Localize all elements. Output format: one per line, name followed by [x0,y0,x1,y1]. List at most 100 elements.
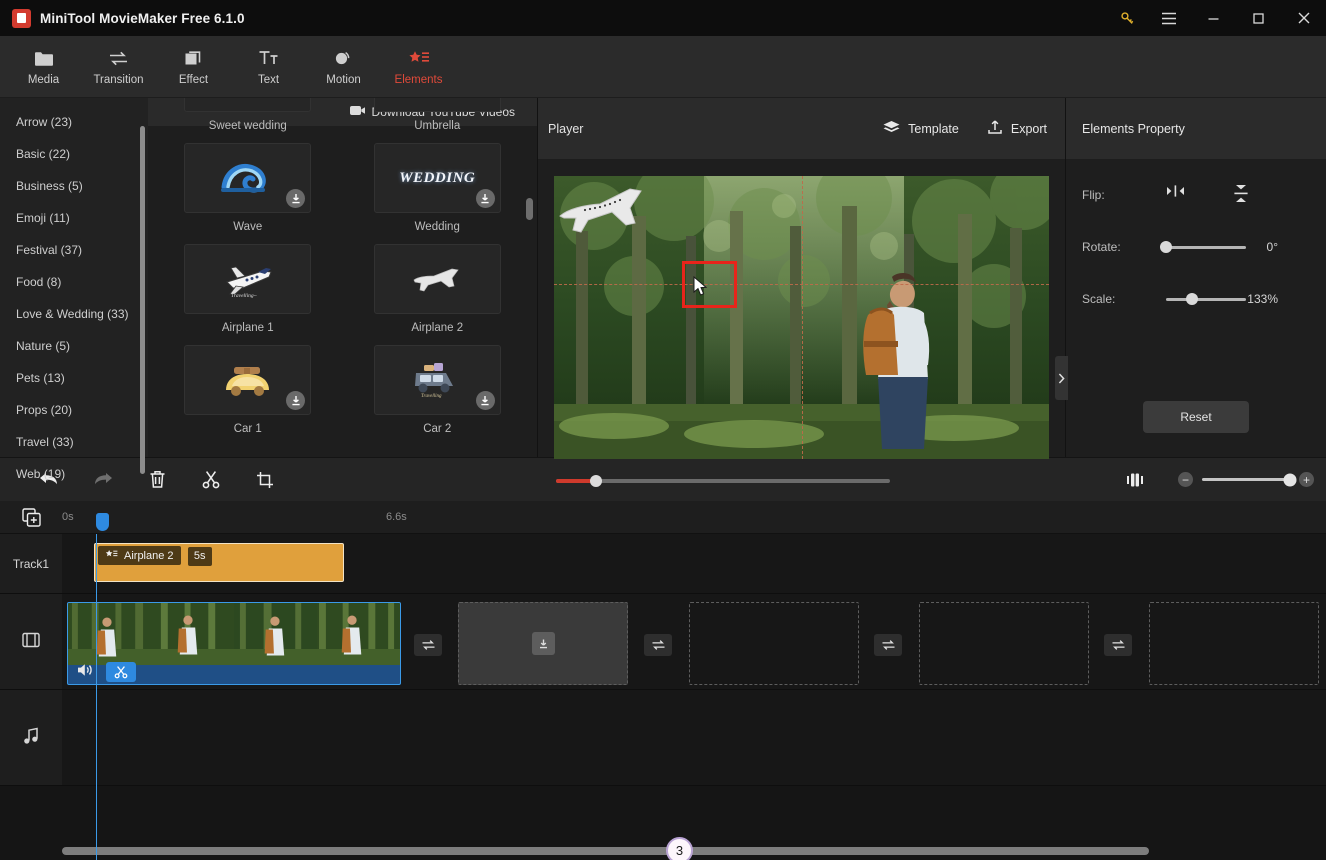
seek-bar[interactable] [556,475,891,487]
timeline-horizontal-scrollbar[interactable] [62,847,1150,855]
vertical-guide-line [801,176,803,459]
rotate-value: 0° [1266,240,1278,254]
split-button[interactable] [184,470,238,489]
rotate-slider[interactable] [1160,241,1246,253]
sidebar-item-basic[interactable]: Basic (22) [0,138,148,170]
sidebar-item-arrow[interactable]: Arrow (23) [0,106,148,138]
element-cell[interactable]: Umbrella [373,98,501,143]
element-label: Umbrella [414,120,461,132]
sidebar-item-love-wedding[interactable]: Love & Wedding (33) [0,298,148,330]
sidebar-item-label: Business (5) [16,179,83,193]
annotation-marker-3: 3 [666,837,693,860]
scale-slider[interactable] [1166,293,1246,305]
sidebar-item-web[interactable]: Web (19) [0,458,148,490]
key-icon[interactable] [1108,0,1146,36]
tab-text[interactable]: Text [231,38,306,96]
scissors-badge-icon[interactable] [106,662,136,682]
playhead-line[interactable] [96,534,97,860]
element-clip[interactable]: Airplane 2 5s [94,543,344,582]
rotate-handle[interactable] [1160,241,1172,253]
sidebar-item-label: Travel (33) [16,435,74,449]
tab-motion[interactable]: Motion [306,38,381,96]
sidebar-item-pets[interactable]: Pets (13) [0,362,148,394]
export-button[interactable]: Export [987,119,1047,138]
media-placeholder-slot[interactable] [1149,602,1319,685]
element-cell[interactable]: Car 1 [184,345,312,446]
element-cell[interactable]: Travelling~ Airplane 1 [184,244,312,345]
zoom-in-icon[interactable]: + [1299,472,1314,487]
scale-value: 133% [1247,292,1278,306]
sidebar-item-business[interactable]: Business (5) [0,170,148,202]
flip-vertical-icon[interactable] [1233,184,1249,206]
element-cell[interactable]: Sweet wedding [184,98,312,143]
transition-slot-button[interactable] [644,634,672,656]
category-scrollbar[interactable] [140,126,145,474]
sidebar-item-nature[interactable]: Nature (5) [0,330,148,362]
tab-elements[interactable]: Elements [381,38,456,96]
reset-button[interactable]: Reset [1143,401,1249,433]
zoom-slider[interactable] [1202,473,1297,486]
element-cell[interactable]: Travelling Car 2 [373,345,501,446]
tab-media[interactable]: Media [6,38,81,96]
element-label: Wedding [414,221,460,233]
sidebar-item-festival[interactable]: Festival (37) [0,234,148,266]
maximize-icon[interactable] [1236,0,1281,36]
download-icon[interactable] [475,391,495,410]
elements-grid-scrollbar[interactable] [526,198,533,220]
track-lane[interactable] [62,690,1326,785]
minimize-icon[interactable] [1191,0,1236,36]
timeline-ruler[interactable]: 0s 6.6s [0,501,1326,534]
transition-slot-button[interactable] [1104,634,1132,656]
move-cursor [692,275,712,301]
element-cell[interactable]: WEDDING Wedding [373,143,501,244]
seek-handle[interactable] [590,475,603,487]
download-icon[interactable] [286,189,306,208]
download-icon[interactable] [286,391,306,410]
download-icon[interactable] [475,189,495,208]
sidebar-item-food[interactable]: Food (8) [0,266,148,298]
track-lane[interactable]: Airplane 2 5s [62,534,1326,593]
player-stage [538,160,1065,463]
menu-icon[interactable] [1146,0,1191,36]
element-clip-duration: 5s [187,546,212,566]
tab-transition[interactable]: Transition [81,38,156,96]
element-cell[interactable]: Wave [184,143,312,244]
sidebar-item-travel[interactable]: Travel (33) [0,426,148,458]
transition-slot-button[interactable] [414,634,442,656]
timeline-scrollbar-wrap [62,847,1326,855]
tab-effect[interactable]: Effect [156,38,231,96]
elements-grid-panel: Download YouTube Videos Sweet wedding Um… [148,98,537,457]
speaker-icon[interactable] [77,663,93,680]
media-placeholder-slot[interactable] [689,602,859,685]
tab-effect-label: Effect [178,74,209,86]
scale-handle[interactable] [1186,293,1199,305]
media-placeholder-slot[interactable] [919,602,1089,685]
media-placeholder-slot[interactable] [458,602,628,685]
main-body: Arrow (23) Basic (22) Business (5) Emoji… [0,98,1326,530]
wave-thumb [184,143,312,213]
player-canvas[interactable] [554,176,1049,459]
flip-label: Flip: [1082,188,1105,202]
airplane-2-overlay[interactable] [556,178,651,240]
close-icon[interactable] [1281,0,1326,36]
fit-timeline-icon[interactable] [1108,472,1162,488]
track-lane[interactable] [62,594,1326,689]
zoom-out-icon[interactable]: − [1178,472,1193,487]
tab-text-label: Text [257,74,280,86]
track-row [0,690,1326,786]
sidebar-item-emoji[interactable]: Emoji (11) [0,202,148,234]
crop-button[interactable] [238,471,292,489]
video-clip[interactable] [67,602,401,685]
transition-slot-button[interactable] [874,634,902,656]
download-icon[interactable] [531,632,555,655]
tab-transition-label: Transition [93,74,144,86]
playhead-handle[interactable] [96,513,109,531]
panel-collapse-handle[interactable] [1055,356,1068,400]
clip-label-tag: Airplane 2 [98,546,181,565]
flip-horizontal-icon[interactable] [1166,184,1185,206]
template-button[interactable]: Template [883,119,959,138]
sidebar-item-props[interactable]: Props (20) [0,394,148,426]
element-cell[interactable]: Airplane 2 [373,244,501,345]
zoom-handle[interactable] [1283,473,1297,486]
add-media-icon[interactable] [0,507,62,527]
